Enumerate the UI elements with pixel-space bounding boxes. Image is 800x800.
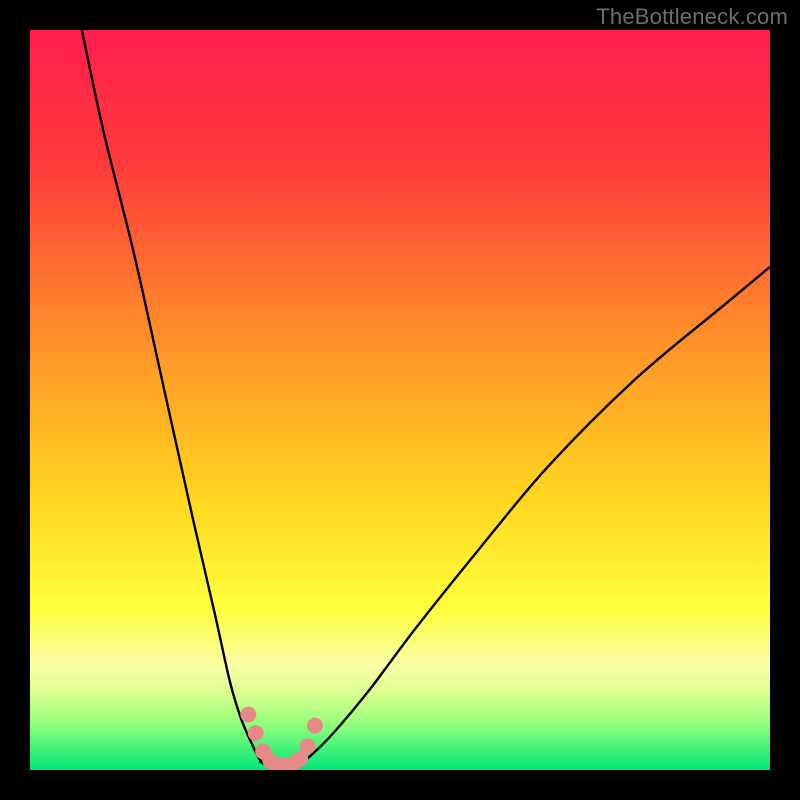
highlight-dot xyxy=(240,707,256,723)
plot-area xyxy=(30,30,770,770)
chart-frame: TheBottleneck.com xyxy=(0,0,800,800)
right-branch-path xyxy=(296,267,770,767)
highlight-dots xyxy=(240,707,323,771)
watermark-text: TheBottleneck.com xyxy=(596,4,788,30)
highlight-dot xyxy=(300,738,316,754)
curve-layer xyxy=(30,30,770,770)
left-branch-path xyxy=(82,30,267,766)
highlight-dot xyxy=(248,725,264,741)
highlight-dot xyxy=(307,718,323,734)
